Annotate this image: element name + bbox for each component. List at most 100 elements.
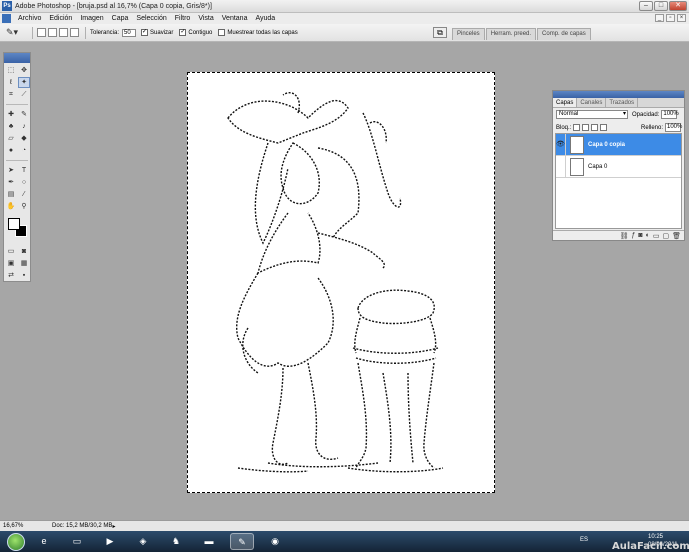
document-canvas[interactable] <box>187 72 495 493</box>
antialias-label: Suavizar <box>150 29 174 36</box>
well-tab-comp-capas[interactable]: Comp. de capas <box>537 28 591 40</box>
antialias-option[interactable]: ✓ Suavizar <box>141 29 173 36</box>
fill-input[interactable]: 100% <box>665 123 682 132</box>
menu-vista[interactable]: Vista <box>194 15 217 22</box>
visibility-eye-icon[interactable]: 👁 <box>556 133 566 156</box>
delete-layer-icon[interactable]: 🗑 <box>672 232 681 240</box>
lock-position-icon[interactable] <box>591 124 599 131</box>
internet-explorer-icon[interactable]: e <box>32 533 56 550</box>
eyedropper-tool-icon[interactable]: ⁄ <box>18 189 30 200</box>
eraser-tool-icon[interactable]: ▱ <box>5 133 17 144</box>
full-screen-icon[interactable]: ▦ <box>18 258 30 269</box>
status-menu-arrow-icon[interactable]: ▸ <box>110 523 118 530</box>
subtract-selection-icon[interactable] <box>59 28 68 37</box>
blend-mode-select[interactable]: Normal <box>556 110 628 119</box>
photoshop-task-icon[interactable]: ✎ <box>230 533 254 550</box>
add-selection-icon[interactable] <box>48 28 57 37</box>
chrome-icon[interactable]: ◉ <box>263 533 287 550</box>
zoom-level[interactable]: 16,67% <box>0 523 24 529</box>
foreground-color-swatch[interactable] <box>8 218 20 230</box>
hand-tool-icon[interactable]: ✋ <box>5 201 17 212</box>
document-menu-icon[interactable] <box>2 14 11 23</box>
menu-capa[interactable]: Capa <box>108 15 133 22</box>
zoom-tool-icon[interactable]: ⚲ <box>18 201 30 212</box>
scanner-icon[interactable]: ▬ <box>197 533 221 550</box>
start-button[interactable] <box>7 532 25 551</box>
opacity-input[interactable]: 100% <box>661 110 679 119</box>
lock-transparency-icon[interactable] <box>573 124 581 131</box>
well-tab-herramientas[interactable]: Herram. preed. <box>485 28 537 40</box>
lock-image-icon[interactable] <box>582 124 590 131</box>
lasso-tool-icon[interactable]: ℓ <box>5 77 17 88</box>
healing-brush-tool-icon[interactable]: ✚ <box>5 109 17 120</box>
notes-tool-icon[interactable]: ▤ <box>5 189 17 200</box>
type-tool-icon[interactable]: T <box>18 165 30 176</box>
magic-wand-tool-preset-icon[interactable]: ✎▾ <box>6 26 28 40</box>
magic-wand-tool-icon[interactable]: ✦ <box>18 77 30 88</box>
brush-tool-icon[interactable]: ✎ <box>18 109 30 120</box>
menu-ventana[interactable]: Ventana <box>218 15 252 22</box>
language-indicator[interactable]: ES <box>580 537 588 543</box>
minimize-button[interactable]: – <box>639 1 653 11</box>
quick-mask-icon[interactable]: ◙ <box>18 246 30 257</box>
tab-capas[interactable]: Capas <box>553 98 578 107</box>
doc-restore-button[interactable]: ▫ <box>666 14 675 22</box>
path-selection-tool-icon[interactable]: ➤ <box>5 165 17 176</box>
intersect-selection-icon[interactable] <box>70 28 79 37</box>
standard-mode-icon[interactable]: ▭ <box>5 246 17 257</box>
file-explorer-icon[interactable]: ▭ <box>65 533 89 550</box>
new-selection-icon[interactable] <box>37 28 46 37</box>
maximize-button[interactable]: □ <box>654 1 668 11</box>
close-button[interactable]: ✕ <box>669 1 687 11</box>
pen-tool-icon[interactable]: ✒ <box>5 177 17 188</box>
crop-tool-icon[interactable]: ⌗ <box>5 89 17 100</box>
dodge-tool-icon[interactable]: ◔ <box>18 145 30 156</box>
move-tool-icon[interactable]: ✥ <box>18 65 30 76</box>
app-icon[interactable]: ◈ <box>131 533 155 550</box>
sample-all-layers-option[interactable]: Muestrear todas las capas <box>218 29 298 36</box>
layer-row-capa-0[interactable]: Capa 0 <box>556 155 681 178</box>
visibility-toggle[interactable] <box>556 155 566 178</box>
paint-bucket-tool-icon[interactable]: ◆ <box>18 133 30 144</box>
toolbox-grip[interactable] <box>4 53 30 63</box>
well-tab-pinceles[interactable]: Pinceles <box>452 28 485 40</box>
adjustment-layer-icon[interactable]: ◐ <box>646 232 650 239</box>
layer-mask-icon[interactable]: ◙ <box>638 232 642 239</box>
game-icon[interactable]: ♞ <box>164 533 188 550</box>
shape-tool-icon[interactable]: ○ <box>18 177 30 188</box>
contiguous-option[interactable]: ✓ Contiguo <box>179 29 212 36</box>
doc-minimize-button[interactable]: _ <box>655 14 664 22</box>
new-layer-icon[interactable]: ▢ <box>662 232 669 240</box>
doc-close-button[interactable]: × <box>677 14 686 22</box>
layer-style-icon[interactable]: ƒ <box>631 232 635 239</box>
menu-seleccion[interactable]: Selección <box>132 15 170 22</box>
sample-all-layers-checkbox[interactable] <box>218 29 226 36</box>
menu-ayuda[interactable]: Ayuda <box>251 15 279 22</box>
media-player-icon[interactable]: ▶ <box>98 533 122 550</box>
clone-stamp-tool-icon[interactable]: ♣ <box>5 121 17 132</box>
jump-to-imageready-icon[interactable]: ⇄ <box>5 270 17 281</box>
slice-tool-icon[interactable]: ⟋ <box>18 89 30 100</box>
menu-imagen[interactable]: Imagen <box>76 15 107 22</box>
antialias-checkbox[interactable]: ✓ <box>141 29 149 36</box>
layers-panel-grip[interactable] <box>553 91 684 98</box>
menu-archivo[interactable]: Archivo <box>14 15 45 22</box>
blur-tool-icon[interactable]: ● <box>5 145 17 156</box>
layer-name: Capa 0 <box>588 163 608 170</box>
lock-all-icon[interactable] <box>600 124 608 131</box>
contiguous-checkbox[interactable]: ✓ <box>179 29 187 36</box>
screen-mode-icon[interactable]: ▣ <box>5 258 17 269</box>
link-layers-icon[interactable]: ⛓ <box>620 232 629 240</box>
palette-well-icon[interactable]: ⧉ <box>433 27 447 38</box>
menu-edicion[interactable]: Edición <box>45 15 76 22</box>
layer-thumbnail <box>570 157 584 176</box>
new-group-icon[interactable]: ▭ <box>653 232 660 240</box>
tab-canales[interactable]: Canales <box>577 98 607 107</box>
layer-row-capa-0-copia[interactable]: 👁 Capa 0 copia <box>556 133 681 156</box>
tab-trazados[interactable]: Trazados <box>606 98 639 107</box>
marquee-tool-icon[interactable]: ⬚ <box>5 65 17 76</box>
history-brush-tool-icon[interactable]: ♪ <box>18 121 30 132</box>
tolerance-input[interactable]: 50 <box>122 28 137 37</box>
extra-icon[interactable]: ▪ <box>18 270 30 281</box>
menu-filtro[interactable]: Filtro <box>171 15 195 22</box>
